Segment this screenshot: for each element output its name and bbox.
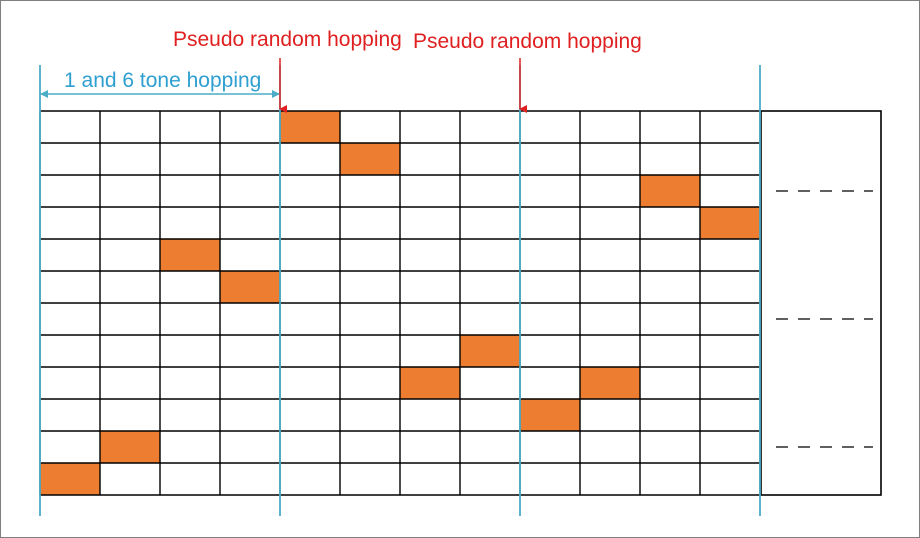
extension-box [760, 110, 882, 496]
diagram-frame: 1 and 6 tone hopping Pseudo random hoppi… [0, 0, 920, 538]
filled-cell [100, 431, 160, 463]
filled-cell [580, 367, 640, 399]
hopping-diagram: 1 and 6 tone hopping Pseudo random hoppi… [39, 28, 882, 516]
pseudo-label-2: Pseudo random hopping [413, 30, 642, 53]
filled-cell [160, 239, 220, 271]
filled-cell [220, 271, 280, 303]
filled-cell [460, 335, 520, 367]
continuation-dashes [776, 190, 873, 448]
filled-cell [400, 367, 460, 399]
filled-cell [40, 463, 100, 495]
filled-cell [340, 143, 400, 175]
hop-range-label: 1 and 6 tone hopping [64, 69, 261, 92]
filled-cell [280, 111, 340, 143]
pseudo-label-1: Pseudo random hopping [173, 28, 402, 51]
filled-cell [520, 399, 580, 431]
filled-cell [700, 207, 760, 239]
filled-cell [640, 175, 700, 207]
